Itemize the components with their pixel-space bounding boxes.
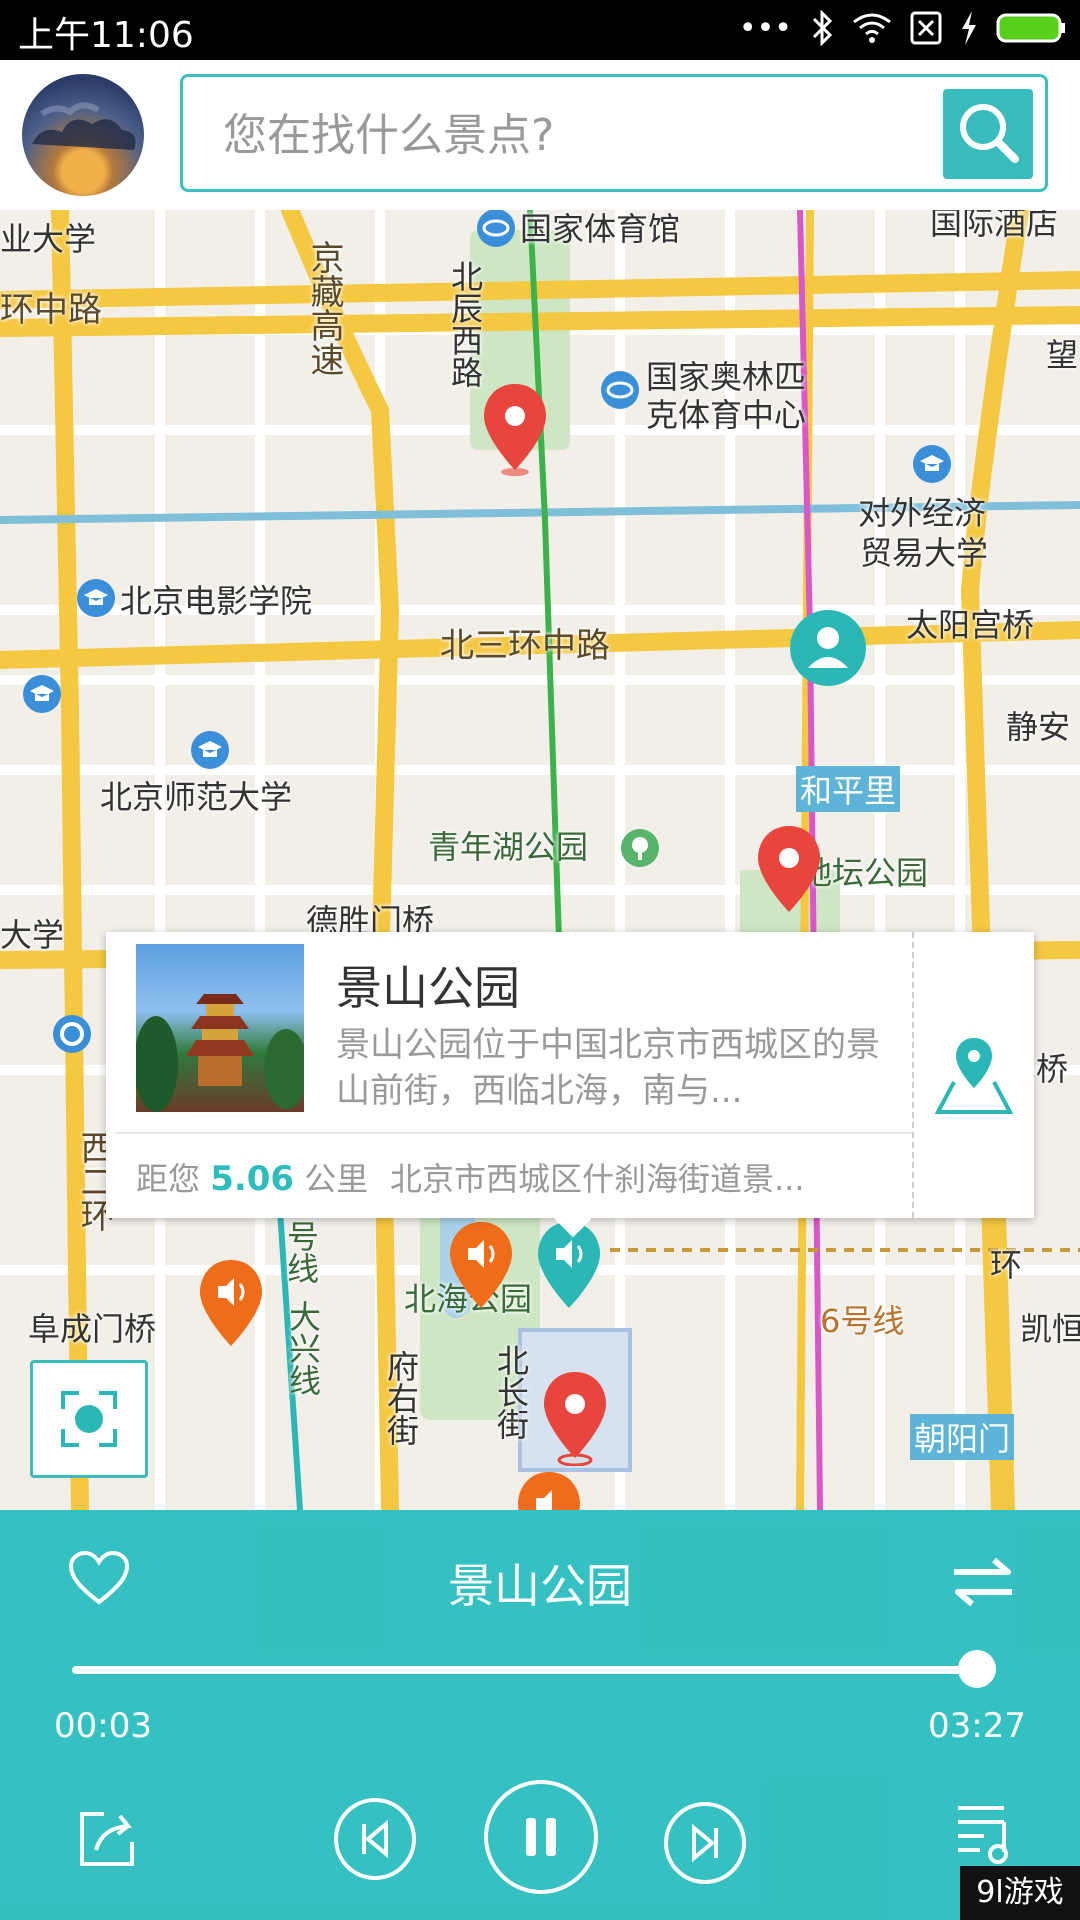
locate-icon	[61, 1391, 117, 1447]
search-button[interactable]	[943, 89, 1033, 179]
cloud-sunset-image	[32, 102, 136, 150]
park-icon	[621, 829, 659, 867]
battery-icon	[996, 13, 1065, 43]
audio-guide-pin[interactable]	[534, 1220, 604, 1316]
share-icon[interactable]	[76, 1808, 138, 1870]
pause-button[interactable]	[484, 1780, 598, 1894]
map-label: 阜成门桥	[28, 1310, 157, 1348]
map-label: 大兴线	[284, 1300, 322, 1396]
map-label: 朝阳门	[910, 1414, 1015, 1460]
user-location-icon	[790, 610, 866, 686]
stadium-icon	[477, 210, 515, 247]
attraction-info-card[interactable]: 景山公园 景山公园位于中国北京市西城区的景山前街，西临北海，南与... 距您 5…	[106, 932, 1034, 1238]
bluetooth-icon	[812, 10, 833, 46]
charging-icon	[962, 11, 976, 45]
pagoda-image	[134, 994, 308, 1112]
watermark-logo: 9l游戏	[960, 1866, 1080, 1920]
map-label: 国家体育馆	[520, 210, 681, 248]
avatar[interactable]	[22, 74, 144, 196]
map-label: 青年湖公园	[428, 828, 589, 866]
map-label: 桥	[1036, 1050, 1069, 1088]
status-bar: 上午11:06 •••	[0, 0, 1080, 60]
map-label: 北三环中路	[440, 626, 610, 666]
shuffle-swap-icon[interactable]	[950, 1554, 1016, 1610]
track-title: 景山公园	[448, 1559, 632, 1613]
total-time: 03:27	[928, 1706, 1026, 1746]
subway-icon	[53, 1015, 91, 1053]
map-label: 大学	[0, 916, 65, 954]
more-dots-icon: •••	[738, 10, 792, 46]
map-label: 环中路	[0, 290, 102, 330]
search-input[interactable]	[221, 99, 945, 171]
map-label: 国际酒店	[930, 210, 1059, 242]
map-label: 北长街	[492, 1344, 530, 1440]
map-label: 环	[990, 1246, 1023, 1284]
distance-prefix: 距您	[136, 1160, 201, 1198]
map-label: 府右街	[382, 1350, 420, 1446]
map-label: 北京电影学院	[120, 582, 313, 620]
map-label: 北辰西路	[446, 260, 484, 388]
locate-me-button[interactable]	[30, 1360, 148, 1478]
map-label: 贸易大学	[860, 534, 989, 572]
search-bar	[180, 74, 1048, 192]
map-label: 和平里	[796, 766, 901, 812]
audio-guide-pin[interactable]	[514, 1470, 584, 1510]
map-label: 北京师范大学	[100, 778, 293, 816]
attraction-description: 景山公园位于中国北京市西城区的景山前街，西临北海，南与...	[336, 1025, 880, 1111]
progress-track[interactable]	[72, 1666, 982, 1674]
map-label: 静安	[1006, 708, 1071, 746]
map-view[interactable]: 业大学 国家体育馆 国际酒店 京藏高速 北辰西路 环中路 国家奥林匹 克体育中心…	[0, 210, 1080, 1510]
university-icon	[23, 675, 61, 713]
audio-guide-pin[interactable]	[446, 1220, 516, 1316]
current-time: 00:03	[54, 1706, 152, 1746]
distance-value: 5.06	[210, 1159, 295, 1199]
distance-unit: 公里	[304, 1160, 369, 1198]
attraction-thumbnail	[134, 944, 308, 1112]
navigate-button[interactable]	[934, 1032, 1014, 1122]
wifi-icon	[853, 13, 891, 43]
divider	[912, 932, 914, 1218]
audio-player: 景山公园 00:03 03:27	[0, 1510, 1080, 1920]
map-label: 业大学	[0, 220, 97, 258]
attraction-pin-selected[interactable]	[540, 1370, 610, 1466]
divider	[116, 1132, 914, 1134]
playlist-icon[interactable]	[954, 1800, 1020, 1866]
map-label: 6号线	[820, 1302, 905, 1340]
stadium-icon	[601, 371, 639, 409]
university-icon	[913, 445, 951, 483]
status-icons: •••	[739, 10, 1066, 46]
attraction-pin[interactable]	[754, 824, 824, 920]
university-icon	[77, 579, 115, 617]
attraction-title: 景山公园	[336, 961, 520, 1015]
status-time: 上午11:06	[18, 15, 194, 56]
map-label: 凯恒	[1020, 1310, 1080, 1348]
map-label: 克体育中心	[646, 396, 807, 434]
previous-button[interactable]	[334, 1798, 416, 1880]
no-sim-icon	[910, 11, 942, 45]
header	[0, 60, 1080, 210]
pause-icon	[526, 1818, 556, 1856]
map-label: 京藏高速	[304, 240, 344, 376]
attraction-pin[interactable]	[480, 382, 550, 478]
map-pin-navigate-icon	[934, 1038, 1014, 1114]
search-icon	[960, 104, 1019, 163]
skip-previous-icon	[362, 1819, 388, 1859]
map-label: 太阳宫桥	[906, 606, 1035, 644]
distance-info: 距您 5.06 公里	[136, 1154, 368, 1200]
attraction-address: 北京市西城区什刹海街道景...	[390, 1160, 805, 1198]
map-label: 号线	[282, 1220, 320, 1284]
progress-handle[interactable]	[958, 1650, 996, 1688]
skip-next-icon	[692, 1823, 718, 1863]
next-button[interactable]	[664, 1802, 746, 1884]
map-label: 望	[1046, 336, 1079, 374]
university-icon	[191, 731, 229, 769]
audio-guide-pin[interactable]	[196, 1258, 266, 1354]
